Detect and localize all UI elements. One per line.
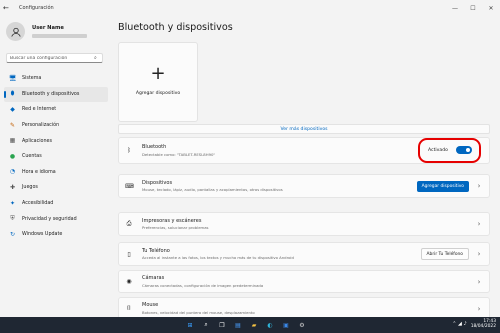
row-title: Cámaras xyxy=(142,275,165,282)
settings-row-phone[interactable]: ▯ Tu Teléfono Acceda al instante a las fot… xyxy=(118,242,490,266)
sidebar-nav: 🖥 Sistema ⬮ Bluetooth y dispositivos ◆ Red e … xyxy=(4,71,108,243)
user-email-redacted xyxy=(32,34,87,38)
main-content: Bluetooth y dispositivos + Agregar dispo… xyxy=(112,16,500,317)
sidebar-item-windows-update[interactable]: ↻ Windows Update xyxy=(4,227,108,243)
sidebar-item-label: Privacidad y seguridad xyxy=(22,216,77,222)
clock-date: 18/04/2022 xyxy=(470,324,496,330)
store-icon[interactable]: ▣ xyxy=(281,320,291,330)
close-button[interactable]: ✕ xyxy=(482,0,500,16)
shield-icon: ⛨ xyxy=(10,215,15,223)
search-input[interactable] xyxy=(10,55,94,61)
sidebar-item-sistema[interactable]: 🖥 Sistema xyxy=(4,71,108,87)
sidebar-item-personalizacion[interactable]: ✎ Personalización xyxy=(4,118,108,134)
add-device-card[interactable]: + Agregar dispositivo xyxy=(118,42,198,122)
avatar xyxy=(6,22,25,41)
bluetooth-icon: ᛒ xyxy=(127,147,131,154)
row-subtitle: Cámaras conectadas, configuración de ima… xyxy=(142,282,264,288)
search-icon[interactable]: ⌕ xyxy=(94,55,97,61)
settings-row-mouse[interactable]: ⌷ Mouse Botones, velocidad del puntero del… xyxy=(118,297,490,317)
user-profile[interactable]: User Name xyxy=(6,22,87,41)
tray-icons[interactable]: ⌃ ◢ ♪ xyxy=(452,321,466,327)
sidebar-item-label: Juegos xyxy=(22,185,38,191)
mouse-icon: ⌷ xyxy=(127,304,131,312)
camera-icon: ◉ xyxy=(126,278,132,285)
brush-icon: ✎ xyxy=(9,121,16,129)
sidebar: User Name ⌕ 🖥 Sistema ⬮ Bluetooth y disposi… xyxy=(0,16,112,317)
network-icon: ◆ xyxy=(10,105,15,113)
system-tray: ⌃ ◢ ♪ 17:43 18/04/2022 xyxy=(452,319,496,329)
row-title: Dispositivos xyxy=(142,179,173,186)
add-device-button[interactable]: Agregar dispositivo xyxy=(416,180,469,192)
window-controls: — ☐ ✕ xyxy=(446,0,500,16)
row-subtitle: Mouse, teclado, lápiz, audio, pantallas … xyxy=(142,187,283,193)
sidebar-item-privacidad-y-seguridad[interactable]: ⛨ Privacidad y seguridad xyxy=(4,211,108,227)
sidebar-item-label: Sistema xyxy=(22,76,42,82)
sidebar-item-label: Bluetooth y dispositivos xyxy=(22,91,80,97)
task-view-icon[interactable]: ❐ xyxy=(217,320,227,330)
chevron-right-icon: › xyxy=(477,304,481,313)
search-box[interactable]: ⌕ xyxy=(6,53,103,63)
widgets-icon[interactable]: ▤ xyxy=(233,320,243,330)
settings-row-camera[interactable]: ◉ Cámaras Cámaras conectadas, configuració… xyxy=(118,270,490,293)
row-title: Impresoras y escáneres xyxy=(142,217,202,224)
bluetooth-devices-icon: ⬮ xyxy=(10,90,15,98)
sidebar-item-label: Personalización xyxy=(22,123,60,129)
accessibility-icon: ✦ xyxy=(9,199,16,207)
settings-icon[interactable]: ⚙ xyxy=(297,320,307,330)
page-title: Bluetooth y dispositivos xyxy=(118,22,233,33)
view-more-devices-link[interactable]: Ver más dispositivos xyxy=(118,124,490,134)
chevron-right-icon: › xyxy=(477,250,481,258)
row-subtitle: Acceda al instante a las fotos, los text… xyxy=(142,255,294,261)
back-arrow-icon[interactable]: ← xyxy=(3,4,17,12)
printer-icon: ⎙ xyxy=(126,220,132,227)
open-phone-button[interactable]: Abrir Tu Teléfono xyxy=(420,248,469,260)
monitor-icon: 🖥 xyxy=(8,74,17,82)
sidebar-item-label: Cuentas xyxy=(22,154,42,160)
file-explorer-icon[interactable]: ▰ xyxy=(249,320,259,330)
phone-icon: ▯ xyxy=(127,250,131,258)
minimize-button[interactable]: — xyxy=(446,0,464,16)
apps-icon: ▦ xyxy=(9,137,16,145)
sidebar-item-label: Aplicaciones xyxy=(22,138,52,144)
title-bar: ← Configuración — ☐ ✕ xyxy=(0,0,500,16)
gamepad-icon: ✚ xyxy=(9,183,16,191)
edge-icon[interactable]: ◐ xyxy=(265,320,275,330)
start-icon[interactable]: ⊞ xyxy=(185,320,195,330)
sidebar-item-aplicaciones[interactable]: ▦ Aplicaciones xyxy=(4,133,108,149)
row-title: Mouse xyxy=(142,302,159,309)
clock[interactable]: 17:43 18/04/2022 xyxy=(471,319,496,329)
user-icon xyxy=(10,27,21,37)
taskbar: ⊞ ⌕ ❐ ▤ ▰ ◐ ▣ ⚙ ⌃ ◢ ♪ 17:43 18/04/2022 xyxy=(0,317,500,333)
sidebar-item-label: Red e Internet xyxy=(22,107,57,113)
sidebar-item-label: Windows Update xyxy=(22,232,63,238)
row-title: Tu Teléfono xyxy=(142,247,170,254)
globe-clock-icon: ◔ xyxy=(9,168,16,176)
sidebar-item-bluetooth-y-dispositivos[interactable]: ⬮ Bluetooth y dispositivos xyxy=(4,86,108,103)
plus-icon: + xyxy=(150,63,166,84)
windows-update-icon: ↻ xyxy=(9,230,16,238)
row-subtitle: Botones, velocidad del puntero del mouse… xyxy=(142,309,255,315)
search-icon[interactable]: ⌕ xyxy=(201,320,211,330)
row-subtitle: Preferencias, solucionar problemas xyxy=(142,225,209,231)
settings-row-printer[interactable]: ⎙ Impresoras y escáneres Preferencias, sol… xyxy=(118,212,490,236)
taskbar-apps: ⊞ ⌕ ❐ ▤ ▰ ◐ ▣ ⚙ xyxy=(185,320,307,330)
maximize-button[interactable]: ☐ xyxy=(464,0,482,16)
sidebar-item-accesibilidad[interactable]: ✦ Accesibilidad xyxy=(4,196,108,212)
sidebar-item-red-e-internet[interactable]: ◆ Red e Internet xyxy=(4,102,108,118)
add-device-label: Agregar dispositivo xyxy=(135,91,181,96)
user-name: User Name xyxy=(32,25,64,31)
accounts-icon: ● xyxy=(9,152,16,160)
chevron-right-icon: › xyxy=(477,182,481,190)
chevron-right-icon: › xyxy=(477,220,481,228)
chevron-right-icon: › xyxy=(477,277,481,286)
keyboard-icon: ⌨ xyxy=(125,182,134,190)
red-highlight-annotation xyxy=(418,138,481,163)
window-title: Configuración xyxy=(19,5,54,11)
settings-row-keyboard[interactable]: ⌨ Dispositivos Mouse, teclado, lápiz, audi… xyxy=(118,174,490,198)
sidebar-item-label: Hora e idioma xyxy=(22,169,56,175)
sidebar-item-hora-e-idioma[interactable]: ◔ Hora e idioma xyxy=(4,165,108,181)
sidebar-item-label: Accesibilidad xyxy=(22,201,54,207)
sidebar-item-juegos[interactable]: ✚ Juegos xyxy=(4,180,108,196)
sidebar-item-cuentas[interactable]: ● Cuentas xyxy=(4,149,108,165)
